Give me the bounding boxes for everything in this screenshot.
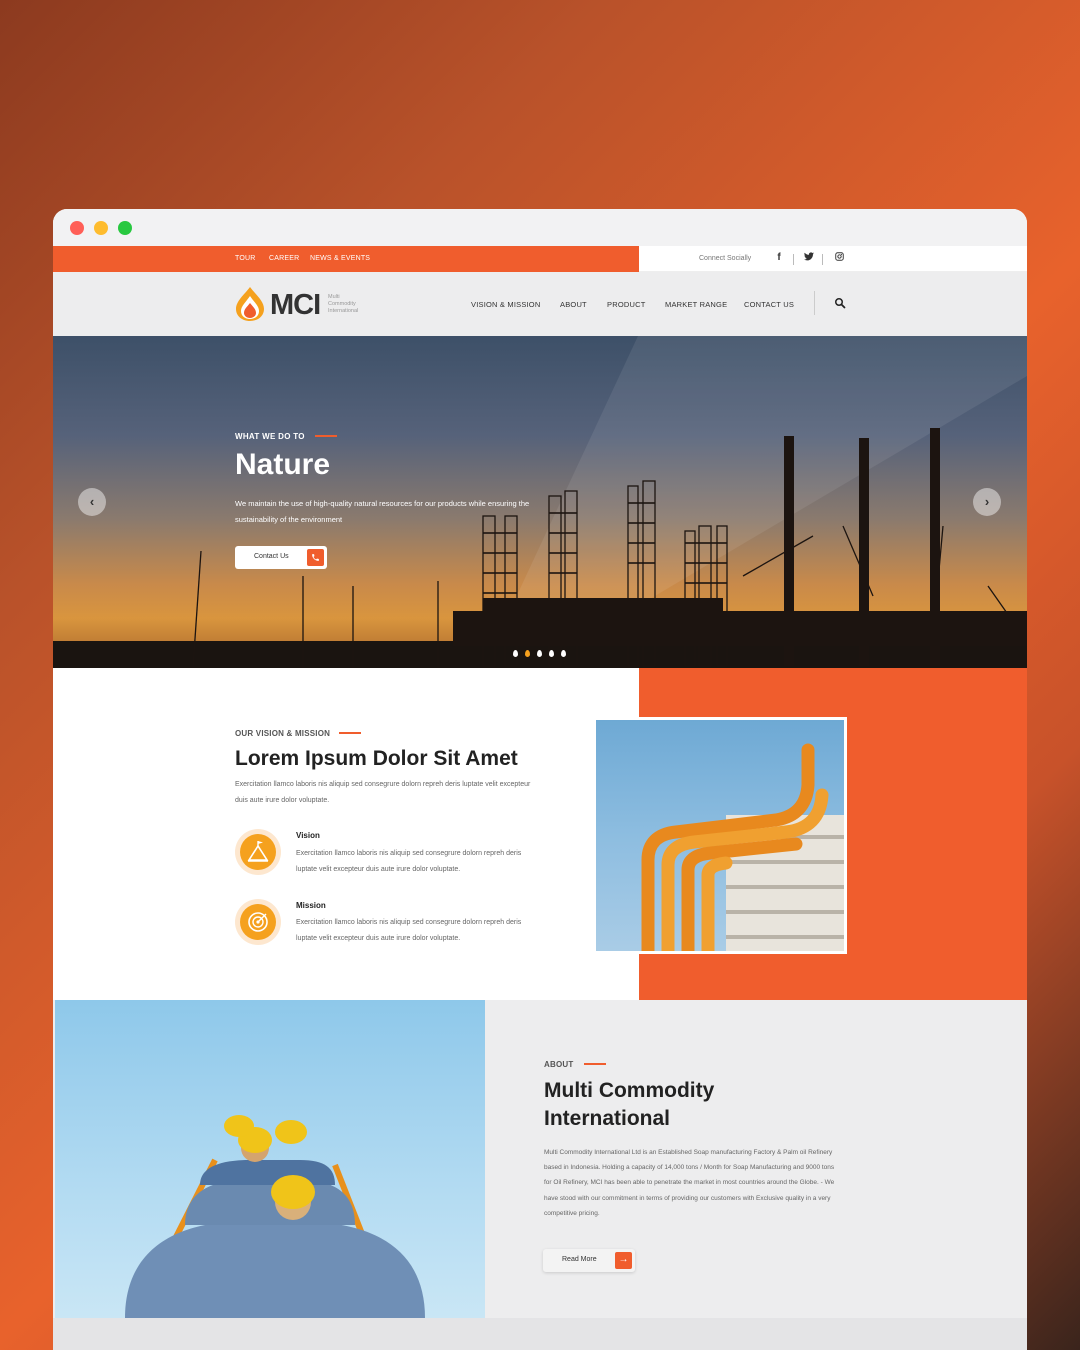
twitter-icon[interactable] bbox=[802, 252, 816, 264]
hero-slider: WHAT WE DO TO Nature We maintain the use… bbox=[53, 336, 1027, 668]
logo-text: MCI bbox=[270, 289, 321, 321]
top-bar-links: TOUR CAREER NEWS & EVENTS bbox=[53, 246, 639, 272]
slide-dot[interactable] bbox=[537, 650, 542, 657]
slider-prev-button[interactable]: ‹ bbox=[78, 488, 106, 516]
nav-divider bbox=[814, 291, 815, 315]
search-icon[interactable] bbox=[834, 297, 846, 309]
top-bar: TOUR CAREER NEWS & EVENTS Connect Social… bbox=[53, 246, 1027, 272]
close-window-button[interactable] bbox=[70, 221, 84, 235]
slider-pagination bbox=[513, 644, 573, 657]
top-link-news-events[interactable]: NEWS & EVENTS bbox=[310, 255, 370, 262]
hero-title: Nature bbox=[235, 448, 331, 481]
arrow-right-icon: → bbox=[615, 1252, 632, 1269]
minimize-window-button[interactable] bbox=[94, 221, 108, 235]
nav-market-range[interactable]: MARKET RANGE bbox=[665, 300, 727, 309]
social-bar: Connect Socially f bbox=[639, 246, 1027, 272]
slide-dot-active[interactable] bbox=[525, 650, 530, 657]
logo-subtitle-2: Commodity bbox=[328, 301, 356, 307]
mountain-flag-icon bbox=[247, 841, 269, 862]
section-eyebrow: ABOUT bbox=[544, 1060, 574, 1069]
accent-line bbox=[339, 732, 361, 734]
mission-icon-badge bbox=[235, 899, 281, 945]
hero-eyebrow: WHAT WE DO TO bbox=[235, 432, 305, 441]
read-more-button[interactable]: Read More → bbox=[543, 1249, 635, 1272]
section-description: Exercitation llamco laboris nis aliquip … bbox=[235, 781, 531, 804]
section-eyebrow: OUR VISION & MISSION bbox=[235, 729, 331, 738]
phone-icon bbox=[307, 549, 324, 566]
divider bbox=[793, 254, 794, 265]
logo-subtitle-3: International bbox=[328, 308, 359, 314]
contact-us-label: Contact Us bbox=[254, 553, 289, 560]
slide-dot[interactable] bbox=[549, 650, 554, 657]
industrial-pipes-image bbox=[593, 717, 847, 954]
logo-subtitle-1: Multi bbox=[328, 294, 340, 300]
next-section-preview bbox=[53, 1318, 1027, 1350]
mci-logo[interactable]: MCI Multi Commodity International bbox=[234, 286, 374, 322]
facebook-icon[interactable]: f bbox=[772, 252, 786, 263]
contact-us-button[interactable]: Contact Us bbox=[235, 546, 327, 569]
about-title-line2: International bbox=[544, 1107, 671, 1130]
workers-climbing-image bbox=[55, 1000, 485, 1318]
accent-line bbox=[315, 435, 337, 437]
site-header: MCI Multi Commodity International VISION… bbox=[53, 272, 1027, 336]
maximize-window-button[interactable] bbox=[118, 221, 132, 235]
hero-background-image bbox=[53, 336, 1027, 668]
top-link-career[interactable]: CAREER bbox=[269, 255, 299, 262]
read-more-label: Read More bbox=[562, 1256, 597, 1263]
instagram-icon[interactable] bbox=[832, 252, 846, 264]
connect-socially-label: Connect Socially bbox=[699, 255, 752, 262]
nav-product[interactable]: PRODUCT bbox=[607, 300, 645, 309]
nav-about[interactable]: ABOUT bbox=[560, 300, 587, 309]
vision-mission-section: OUR VISION & MISSION Lorem Ipsum Dolor S… bbox=[53, 668, 1027, 1000]
nav-vision-mission[interactable]: VISION & MISSION bbox=[471, 300, 540, 309]
vision-icon-badge bbox=[235, 829, 281, 875]
browser-window: TOUR CAREER NEWS & EVENTS Connect Social… bbox=[53, 209, 1027, 1350]
divider bbox=[822, 254, 823, 265]
section-title: Lorem Ipsum Dolor Sit Amet bbox=[235, 747, 518, 770]
accent-line bbox=[584, 1063, 606, 1065]
hero-description: We maintain the use of high-quality natu… bbox=[235, 499, 530, 524]
flame-logo-icon bbox=[236, 287, 264, 321]
slider-next-button[interactable]: › bbox=[973, 488, 1001, 516]
slide-dot[interactable] bbox=[513, 650, 518, 657]
vision-text: Exercitation llamco laboris nis aliquip … bbox=[296, 850, 522, 873]
top-link-tour[interactable]: TOUR bbox=[235, 255, 256, 262]
about-section: ABOUT Multi Commodity International Mult… bbox=[53, 1000, 1027, 1318]
about-description: Multi Commodity International Ltd is an … bbox=[544, 1149, 835, 1217]
about-title-line1: Multi Commodity bbox=[544, 1079, 715, 1102]
vision-title: Vision bbox=[296, 831, 320, 840]
mission-text: Exercitation llamco laboris nis aliquip … bbox=[296, 919, 522, 942]
nav-contact-us[interactable]: CONTACT US bbox=[744, 300, 794, 309]
browser-chrome bbox=[53, 209, 1027, 246]
slide-dot[interactable] bbox=[561, 650, 566, 657]
mission-title: Mission bbox=[296, 901, 326, 910]
target-icon bbox=[248, 912, 268, 932]
